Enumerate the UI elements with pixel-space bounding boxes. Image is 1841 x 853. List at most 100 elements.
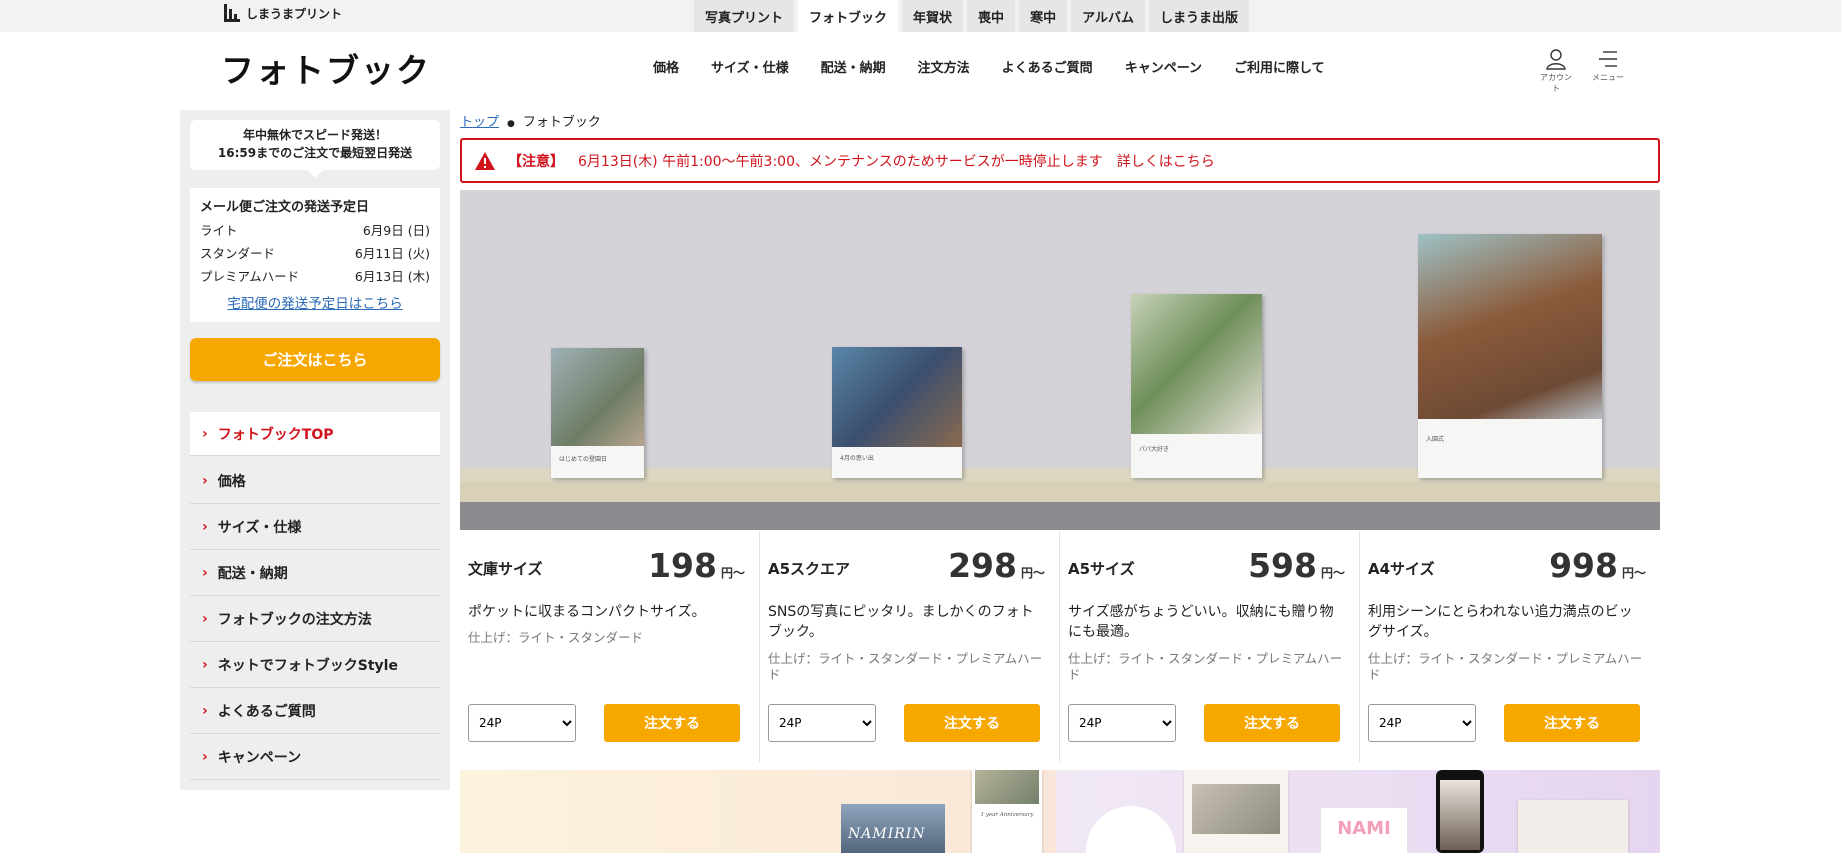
top-bar: しまうまプリント 写真プリント フォトブック 年賀状 喪中 寒中 アルバム しま…: [0, 0, 1841, 32]
shipping-label: プレミアムハード: [200, 269, 300, 284]
tab-photobook[interactable]: フォトブック: [798, 0, 899, 32]
sidebar-item-photobook-top[interactable]: › フォトブックTOP: [190, 412, 440, 456]
sidebar-item-label: サイズ・仕様: [217, 519, 302, 536]
shipping-label: ライト: [200, 223, 238, 238]
product-finish: 仕上げ：ライト・スタンダード・プレミアムハード: [1368, 651, 1643, 682]
product-name: A5サイズ: [1068, 560, 1135, 578]
shipping-title: メール便ご注文の発送予定日: [200, 200, 370, 215]
product-price: 298 円～: [948, 546, 1045, 585]
site-logo[interactable]: しまうまプリント: [224, 2, 342, 24]
sidebar-item-faq[interactable]: › よくあるご質問: [190, 688, 440, 734]
price-value: 198: [648, 546, 717, 585]
book-a5: パパ大好き: [1131, 294, 1262, 478]
user-icon: [1546, 49, 1566, 70]
product-finish: 仕上げ：ライト・スタンダード: [468, 630, 644, 645]
header-icons: アカウント メニュー: [1537, 48, 1627, 94]
sidebar-nav: › フォトブックTOP › 価格 › サイズ・仕様 › 配送・納期 › フォトブ…: [190, 412, 440, 780]
tab-kanchu[interactable]: 寒中: [1019, 0, 1068, 32]
book-bunko: はじめての登園日: [551, 348, 644, 478]
account-label: アカウント: [1540, 73, 1572, 93]
breadcrumb: トップ ● フォトブック: [460, 111, 601, 130]
nav-size-spec[interactable]: サイズ・仕様: [711, 57, 789, 76]
banner-book: [1518, 800, 1628, 853]
sidebar-item-label: よくあるご質問: [217, 703, 316, 720]
page-count-select[interactable]: 24P: [1368, 704, 1476, 742]
maintenance-notice[interactable]: 【注意】 6月13日(木) 午前1:00〜午前3:00、メンテナンスのためサービ…: [460, 138, 1660, 183]
book-cover-photo: [1131, 294, 1262, 434]
order-button[interactable]: 注文する: [904, 704, 1040, 742]
courier-schedule-link[interactable]: 宅配便の発送予定日はこちら: [200, 292, 430, 312]
sidebar-item-how-to-order[interactable]: › フォトブックの注文方法: [190, 596, 440, 642]
product-name: A4サイズ: [1368, 560, 1435, 578]
chevron-right-icon: ›: [202, 472, 208, 489]
order-button[interactable]: 注文する: [1204, 704, 1340, 742]
logo-text: しまうまプリント: [246, 6, 343, 21]
sidebar-item-size-spec[interactable]: › サイズ・仕様: [190, 504, 440, 550]
menu-button[interactable]: メニュー: [1589, 48, 1627, 94]
page-count-select[interactable]: 24P: [1068, 704, 1176, 742]
shipping-schedule: メール便ご注文の発送予定日 ライト 6月9日 (日) スタンダード 6月11日 …: [190, 188, 440, 322]
nav-delivery[interactable]: 配送・納期: [821, 57, 886, 76]
sidebar: 年中無休でスピード発送！ 16:59までのご注文で最短翌日発送 メール便ご注文の…: [180, 110, 450, 790]
shipping-date: 6月11日 (火): [354, 246, 430, 261]
book-caption: 入園式: [1426, 436, 1445, 443]
page-count-select[interactable]: 24P: [468, 704, 576, 742]
breadcrumb-home-link[interactable]: トップ: [460, 115, 499, 130]
sidebar-item-style[interactable]: › ネットでフォトブックStyle: [190, 642, 440, 688]
promo-banner-anniversary[interactable]: NAMIRIN 1 year Anniversary: [460, 770, 1056, 853]
chevron-right-icon: ›: [202, 748, 208, 765]
product-description: SNSの写真にピッタリ。ましかくのフォトブック。: [768, 604, 1034, 640]
product-price: 598 円～: [1248, 546, 1345, 585]
banner-card-text: 1 year Anniversary: [980, 812, 1034, 818]
sidebar-item-delivery[interactable]: › 配送・納期: [190, 550, 440, 596]
menu-label: メニュー: [1592, 73, 1624, 82]
bubble-line-1: 年中無休でスピード発送！: [242, 128, 387, 142]
price-value: 598: [1248, 546, 1317, 585]
price-unit: 円～: [1020, 566, 1045, 580]
banner-text-nami: NAMI: [1337, 818, 1391, 839]
nav-faq[interactable]: よくあるご質問: [1002, 57, 1093, 76]
sidebar-item-label: 価格: [217, 473, 246, 490]
nav-how-to-order[interactable]: 注文方法: [918, 57, 970, 76]
tab-album[interactable]: アルバム: [1071, 0, 1145, 32]
price-value: 998: [1549, 546, 1618, 585]
tab-nengajo[interactable]: 年賀状: [902, 0, 964, 32]
order-here-button[interactable]: ご注文はこちら: [190, 338, 440, 381]
warning-icon: [475, 151, 495, 170]
product-finish: 仕上げ：ライト・スタンダード・プレミアムハード: [768, 651, 1043, 682]
product-finish: 仕上げ：ライト・スタンダード・プレミアムハード: [1068, 651, 1343, 682]
order-button[interactable]: 注文する: [604, 704, 740, 742]
menu-icon: [1599, 51, 1617, 67]
chevron-right-icon: ›: [202, 564, 208, 581]
nav-price[interactable]: 価格: [653, 57, 679, 76]
banner-text-namirin: NAMIRIN: [848, 826, 926, 842]
page-count-select[interactable]: 24P: [768, 704, 876, 742]
price-value: 298: [948, 546, 1017, 585]
account-button[interactable]: アカウント: [1537, 48, 1575, 94]
price-unit: 円～: [1621, 566, 1646, 580]
shipping-label: スタンダード: [200, 246, 276, 261]
nav-terms[interactable]: ご利用に際して: [1234, 57, 1325, 76]
banner-nami-card: NAMI: [1321, 808, 1407, 853]
shipping-row-standard: スタンダード 6月11日 (火): [200, 242, 430, 265]
promo-banners: NAMIRIN 1 year Anniversary NAMI: [460, 770, 1660, 853]
product-card-bunko: 文庫サイズ 198 円～ ポケットに収まるコンパクトサイズ。 仕上げ：ライト・スタ…: [460, 532, 760, 762]
tab-mochu[interactable]: 喪中: [967, 0, 1016, 32]
product-description: ポケットに収まるコンパクトサイズ。: [468, 604, 706, 620]
bubble-line-2: 16:59までのご注文で最短翌日発送: [217, 146, 413, 160]
tab-photo-print[interactable]: 写真プリント: [694, 0, 795, 32]
page-title: フォトブック: [221, 51, 431, 90]
chevron-right-icon: ›: [202, 656, 208, 673]
promo-banner-style[interactable]: NAMI: [1056, 770, 1660, 853]
sidebar-item-label: キャンペーン: [217, 749, 302, 766]
nav-campaign[interactable]: キャンペーン: [1125, 57, 1202, 76]
order-button[interactable]: 注文する: [1504, 704, 1640, 742]
sidebar-item-label: ネットでフォトブックStyle: [217, 657, 398, 674]
sidebar-item-price[interactable]: › 価格: [190, 458, 440, 504]
book-a5-square: 4月の思い出: [832, 347, 962, 478]
product-card-a5: A5サイズ 598 円～ サイズ感がちょうどいい。収納にも贈り物にも最適。 仕上げ…: [1060, 532, 1360, 762]
banner-circle-card: [1086, 806, 1176, 853]
sidebar-item-campaign[interactable]: › キャンペーン: [190, 734, 440, 780]
tab-publishing[interactable]: しまうま出版: [1148, 0, 1249, 32]
price-unit: 円～: [1320, 566, 1345, 580]
